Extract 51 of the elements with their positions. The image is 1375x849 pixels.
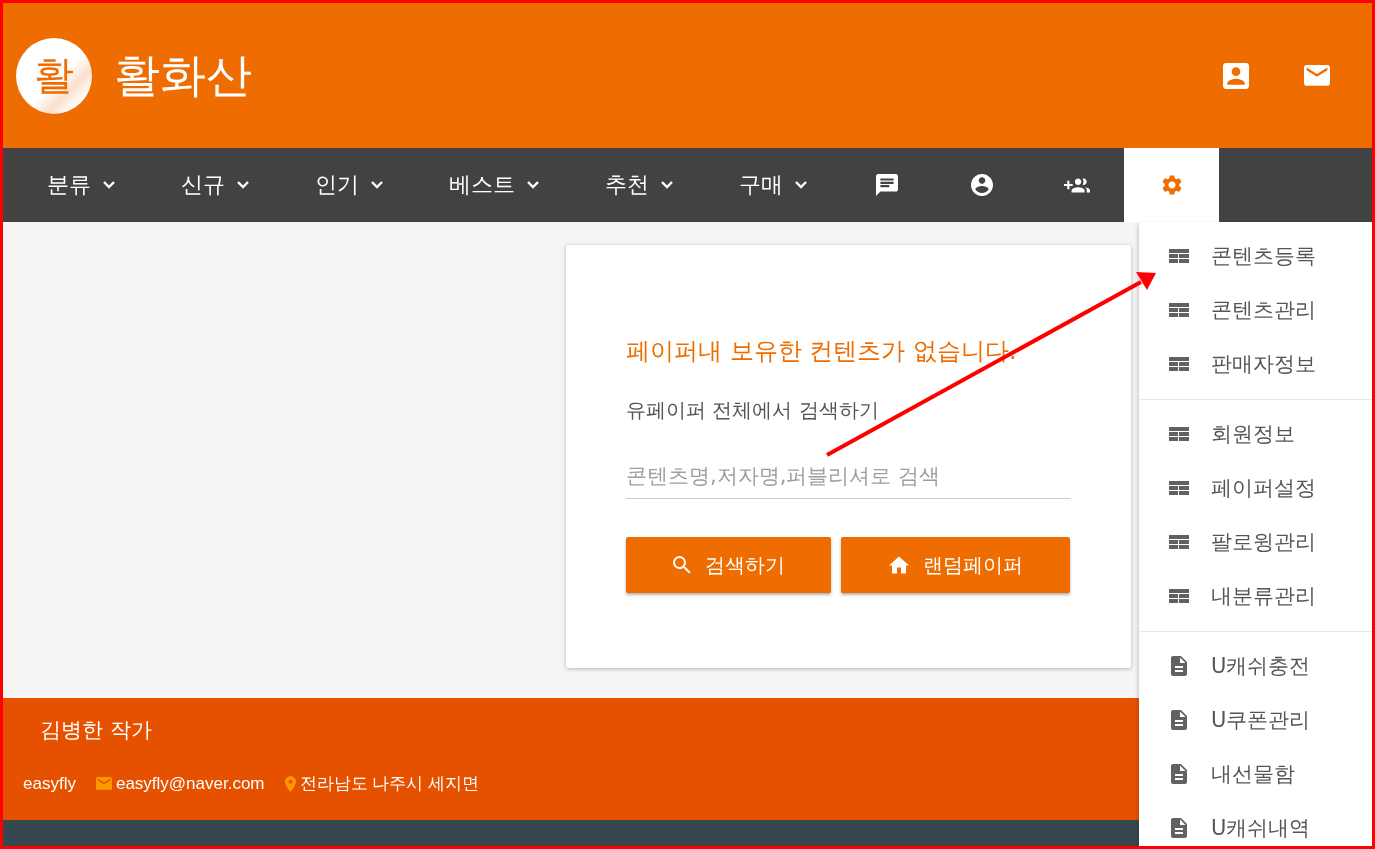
nav-menu-item[interactable]: 분류 [13, 148, 147, 222]
table-icon [1169, 249, 1189, 263]
chevron-down-icon [661, 181, 673, 189]
settings-menu-item[interactable]: 내선물함 [1139, 747, 1372, 801]
table-icon [1169, 589, 1189, 603]
empty-message: 페이퍼내 보유한 컨텐츠가 없습니다. [626, 336, 1018, 367]
document-icon [1171, 656, 1187, 676]
table-icon [1169, 535, 1189, 549]
author-name: 김병한 작가 [40, 717, 152, 744]
settings-menu-item[interactable]: 페이퍼설정 [1139, 461, 1372, 515]
settings-menu-item[interactable]: U쿠폰관리 [1139, 693, 1372, 747]
document-icon [1171, 710, 1187, 730]
address: 전라남도 나주시 세지면 [299, 773, 479, 795]
chevron-down-icon [103, 181, 115, 189]
nav-menu-item[interactable]: 구매 [705, 148, 839, 222]
mail-icon [95, 777, 112, 790]
nav-menu-item[interactable]: 인기 [281, 148, 415, 222]
nav-menu-item[interactable]: 베스트 [415, 148, 571, 222]
settings-menu-item[interactable]: 판매자정보 [1139, 337, 1372, 391]
document-icon [1171, 764, 1187, 784]
chevron-down-icon [237, 181, 249, 189]
settings-menu-item[interactable]: 콘텐츠등록 [1139, 229, 1372, 283]
settings-menu-item[interactable]: 콘텐츠관리 [1139, 283, 1372, 337]
settings-menu-item[interactable]: U캐쉬충전 [1139, 639, 1372, 693]
settings-menu-item[interactable]: 내분류관리 [1139, 569, 1372, 623]
home-icon [888, 556, 909, 574]
chevron-down-icon [795, 181, 807, 189]
table-icon [1169, 357, 1189, 371]
settings-menu-item[interactable]: 회원정보 [1139, 407, 1372, 461]
email-link[interactable]: easyfly@naver.com [115, 773, 265, 794]
account-icon[interactable] [970, 174, 993, 196]
location-pin-icon [284, 775, 296, 792]
chat-icon[interactable] [875, 174, 898, 196]
settings-icon[interactable] [1161, 175, 1182, 195]
mail-icon[interactable] [1304, 65, 1330, 86]
table-icon [1169, 481, 1189, 495]
search-hint: 유페이퍼 전체에서 검색하기 [626, 397, 880, 424]
document-icon [1171, 818, 1187, 838]
nav-menu-item[interactable]: 신규 [147, 148, 281, 222]
username: easyfly [23, 773, 76, 794]
search-icon [672, 556, 691, 574]
table-icon [1169, 303, 1189, 317]
add-people-icon[interactable] [1063, 176, 1090, 194]
nav-menu-item[interactable]: 추천 [571, 148, 705, 222]
search-field[interactable]: 콘텐츠명,저자명,퍼블리셔로 검색 [626, 454, 1071, 499]
settings-menu-item[interactable]: U캐쉬내역 [1139, 801, 1372, 846]
chevron-down-icon [527, 181, 539, 189]
table-icon [1169, 427, 1189, 441]
settings-menu-item[interactable]: 팔로윙관리 [1139, 515, 1372, 569]
contact-card-icon[interactable] [1223, 62, 1249, 89]
chevron-down-icon [371, 181, 383, 189]
